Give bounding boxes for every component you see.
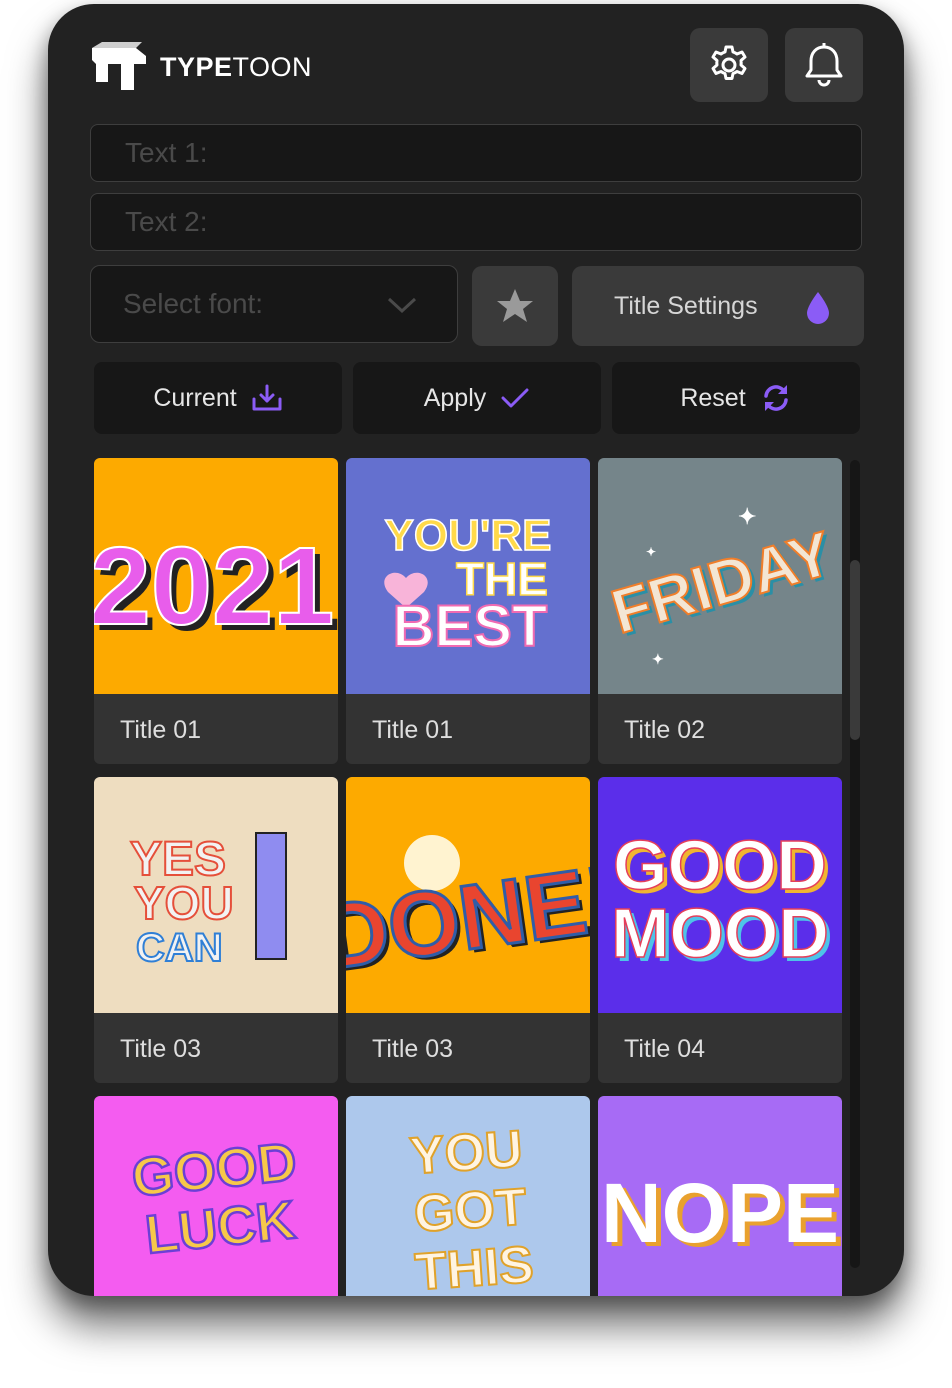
font-select[interactable]: Select font: — [90, 265, 458, 343]
template-thumbnail: FRIDAY FRIDAY ✦ ✦ ✦ — [598, 458, 842, 694]
reset-button[interactable]: Reset — [612, 362, 860, 434]
template-art-text: 2021 — [94, 525, 334, 648]
sparkle-icon: ✦ — [652, 651, 664, 667]
bell-icon — [805, 43, 843, 87]
title-settings-button[interactable]: Title Settings — [572, 266, 864, 346]
template-card[interactable]: GOOD GOOD MOOD MOOD Title 04 — [598, 777, 842, 1083]
template-card[interactable]: 2021 2021 Title 01 — [94, 458, 338, 764]
template-title: Title 03 — [372, 1035, 454, 1063]
reset-label: Reset — [680, 383, 746, 412]
brand-name: TYPETOON — [160, 51, 313, 82]
template-art-text: YOU — [408, 1120, 524, 1186]
template-art-text: NOPE — [601, 1166, 839, 1260]
template-thumbnail: NOPE NOPE — [598, 1096, 842, 1296]
checker-bar — [255, 832, 287, 960]
apply-button[interactable]: Apply — [353, 362, 601, 434]
template-thumbnail: DONE! DONE! — [346, 777, 590, 1013]
chevron-down-icon — [387, 297, 417, 314]
typetoon-logo-icon — [92, 42, 146, 90]
template-card[interactable]: YOU GOT THIS — [346, 1096, 590, 1296]
template-title: Title 01 — [372, 716, 454, 744]
template-art-text: MOOD — [611, 894, 829, 972]
template-art-text: THIS — [413, 1236, 535, 1296]
star-icon — [497, 289, 533, 322]
template-card[interactable]: FRIDAY FRIDAY ✦ ✦ ✦ Title 02 — [598, 458, 842, 764]
title-settings-label: Title Settings — [614, 292, 758, 320]
sparkle-icon: ✦ — [738, 504, 756, 529]
sparkle-icon: ✦ — [646, 545, 656, 559]
template-thumbnail: YOU GOT THIS — [346, 1096, 590, 1296]
template-card[interactable]: NOPE NOPE — [598, 1096, 842, 1296]
template-art-text: FRIDAY — [604, 519, 839, 647]
refresh-icon — [763, 385, 788, 411]
template-thumbnail: YES YOU CAN — [94, 777, 338, 1013]
check-icon — [501, 388, 529, 408]
plugin-panel: TYPETOON Text 1: Text 2: Select font: Ti… — [48, 4, 904, 1296]
favorite-button[interactable] — [472, 266, 558, 346]
current-button[interactable]: Current — [94, 362, 342, 434]
text2-input[interactable]: Text 2: — [90, 193, 862, 251]
template-art-text: YOU — [134, 877, 234, 929]
template-art-text: CAN — [136, 926, 223, 970]
settings-button[interactable] — [690, 28, 768, 102]
template-art-text: DONE! — [346, 847, 590, 989]
template-title: Title 03 — [120, 1035, 202, 1063]
template-card[interactable]: YES YOU CAN Title 03 — [94, 777, 338, 1083]
template-thumbnail: GOOD GOOD MOOD MOOD — [598, 777, 842, 1013]
scrollbar-thumb[interactable] — [850, 560, 860, 740]
template-thumbnail: 2021 2021 — [94, 458, 338, 694]
apply-label: Apply — [423, 383, 487, 412]
template-card[interactable]: DONE! DONE! Title 03 — [346, 777, 590, 1083]
gear-icon — [711, 45, 747, 80]
drop-icon — [807, 292, 829, 324]
template-title: Title 01 — [120, 716, 202, 744]
template-thumbnail: GOOD LUCK — [94, 1096, 338, 1296]
font-select-placeholder: Select font: — [123, 288, 264, 319]
template-card[interactable]: YOU'RE THE BEST Title 01 — [346, 458, 590, 764]
download-icon — [252, 384, 282, 411]
template-art-text: GOT — [412, 1178, 529, 1244]
template-art-text: GOOD — [613, 826, 827, 904]
brand-logo: TYPETOON — [90, 42, 312, 92]
template-card[interactable]: GOOD LUCK — [94, 1096, 338, 1296]
template-title: Title 04 — [624, 1035, 706, 1063]
current-label: Current — [153, 383, 237, 412]
template-title: Title 02 — [624, 716, 706, 744]
text1-input[interactable]: Text 1: — [90, 124, 862, 182]
notifications-button[interactable] — [785, 28, 863, 102]
template-art-text: BEST — [393, 594, 548, 659]
template-thumbnail: YOU'RE THE BEST — [346, 458, 590, 694]
